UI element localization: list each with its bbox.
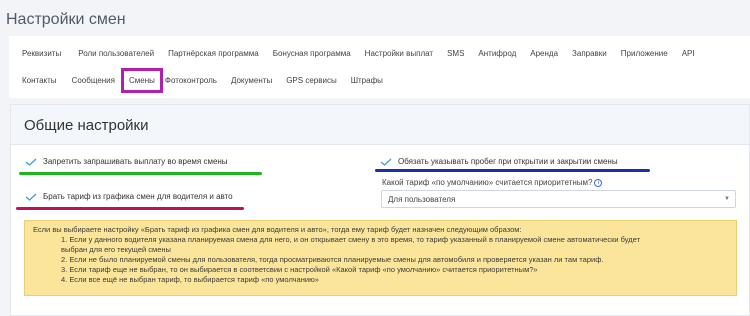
highlight-underline-blue [375, 169, 650, 172]
note-line: Если вы выбираете настройку «Брать тариф… [33, 225, 522, 234]
default-tariff-value: Для пользователя [388, 194, 456, 204]
checkbox-label: Обязать указывать пробег при открытии и … [398, 157, 618, 166]
checkbox-tariff-from-schedule[interactable]: Брать тариф из графика смен для водителя… [25, 192, 233, 201]
settings-tabs: Реквизиты Роли пользователей Партнёрская… [9, 36, 750, 98]
tab-contacts[interactable]: Контакты [22, 76, 57, 85]
tab-app[interactable]: Приложение [621, 49, 668, 58]
tab-fuel[interactable]: Заправки [572, 49, 607, 58]
note-line: 3. Если тариф еще не выбран, то он выбир… [61, 265, 538, 274]
tab-payout-settings[interactable]: Настройки выплат [365, 49, 433, 58]
checkbox-require-mileage[interactable]: Обязать указывать пробег при открытии и … [380, 157, 618, 166]
checkbox-label: Брать тариф из графика смен для водителя… [43, 192, 233, 201]
tab-sms[interactable]: SMS [447, 49, 464, 58]
note-line: выбран для его текущей смены [61, 245, 171, 254]
tab-requisites[interactable]: Реквизиты [22, 49, 61, 58]
tab-photo-control[interactable]: Фотоконтроль [165, 76, 217, 85]
panel-header: Общие настройки [11, 105, 749, 145]
note-line: 1. Если у данного водителя указана плани… [61, 235, 641, 244]
general-settings-panel: Общие настройки Запретить запрашивать вы… [10, 104, 750, 316]
default-tariff-label: Какой тариф «по умолчанию» считается при… [382, 178, 603, 187]
checkbox-forbid-payout[interactable]: Запретить запрашивать выплату во время с… [25, 157, 228, 166]
tabs-row-1: Реквизиты Роли пользователей Партнёрская… [9, 44, 695, 62]
default-tariff-select[interactable]: Для пользователя ▼ [381, 190, 736, 208]
tab-gps-services[interactable]: GPS сервисы [286, 76, 336, 85]
check-icon [380, 158, 392, 166]
check-icon [25, 158, 37, 166]
tab-documents[interactable]: Документы [231, 76, 272, 85]
tab-antifraud[interactable]: Антифрод [478, 49, 516, 58]
tab-fines[interactable]: Штрафы [351, 76, 383, 85]
check-icon [25, 193, 37, 201]
chevron-down-icon: ▼ [724, 196, 730, 202]
highlight-underline-green [19, 172, 262, 175]
page-title: Настройки смен [6, 11, 126, 28]
note-line: 2. Если не было планируемой смены для по… [61, 255, 604, 264]
highlight-underline-magenta [16, 207, 244, 210]
info-icon[interactable]: i [594, 178, 603, 187]
tab-bonus-program[interactable]: Бонусная программа [273, 49, 351, 58]
tab-messages[interactable]: Сообщения [72, 76, 115, 85]
checkbox-label: Запретить запрашивать выплату во время с… [43, 157, 228, 166]
default-tariff-label-text: Какой тариф «по умолчанию» считается при… [382, 178, 593, 187]
tab-shifts[interactable]: Смены [121, 67, 163, 93]
tabs-row-2: Контакты Сообщения Смены Фотоконтроль До… [9, 67, 383, 93]
tab-user-roles[interactable]: Роли пользователей [78, 49, 154, 58]
tab-api[interactable]: API [682, 49, 695, 58]
note-line: 4. Если все ещё не выбран тариф, то выби… [61, 275, 319, 284]
section-title: Общие настройки [24, 117, 149, 134]
tab-rent[interactable]: Аренда [530, 49, 558, 58]
info-note: Если вы выбираете настройку «Брать тариф… [24, 220, 737, 296]
tab-partner-program[interactable]: Партнёрская программа [168, 49, 259, 58]
